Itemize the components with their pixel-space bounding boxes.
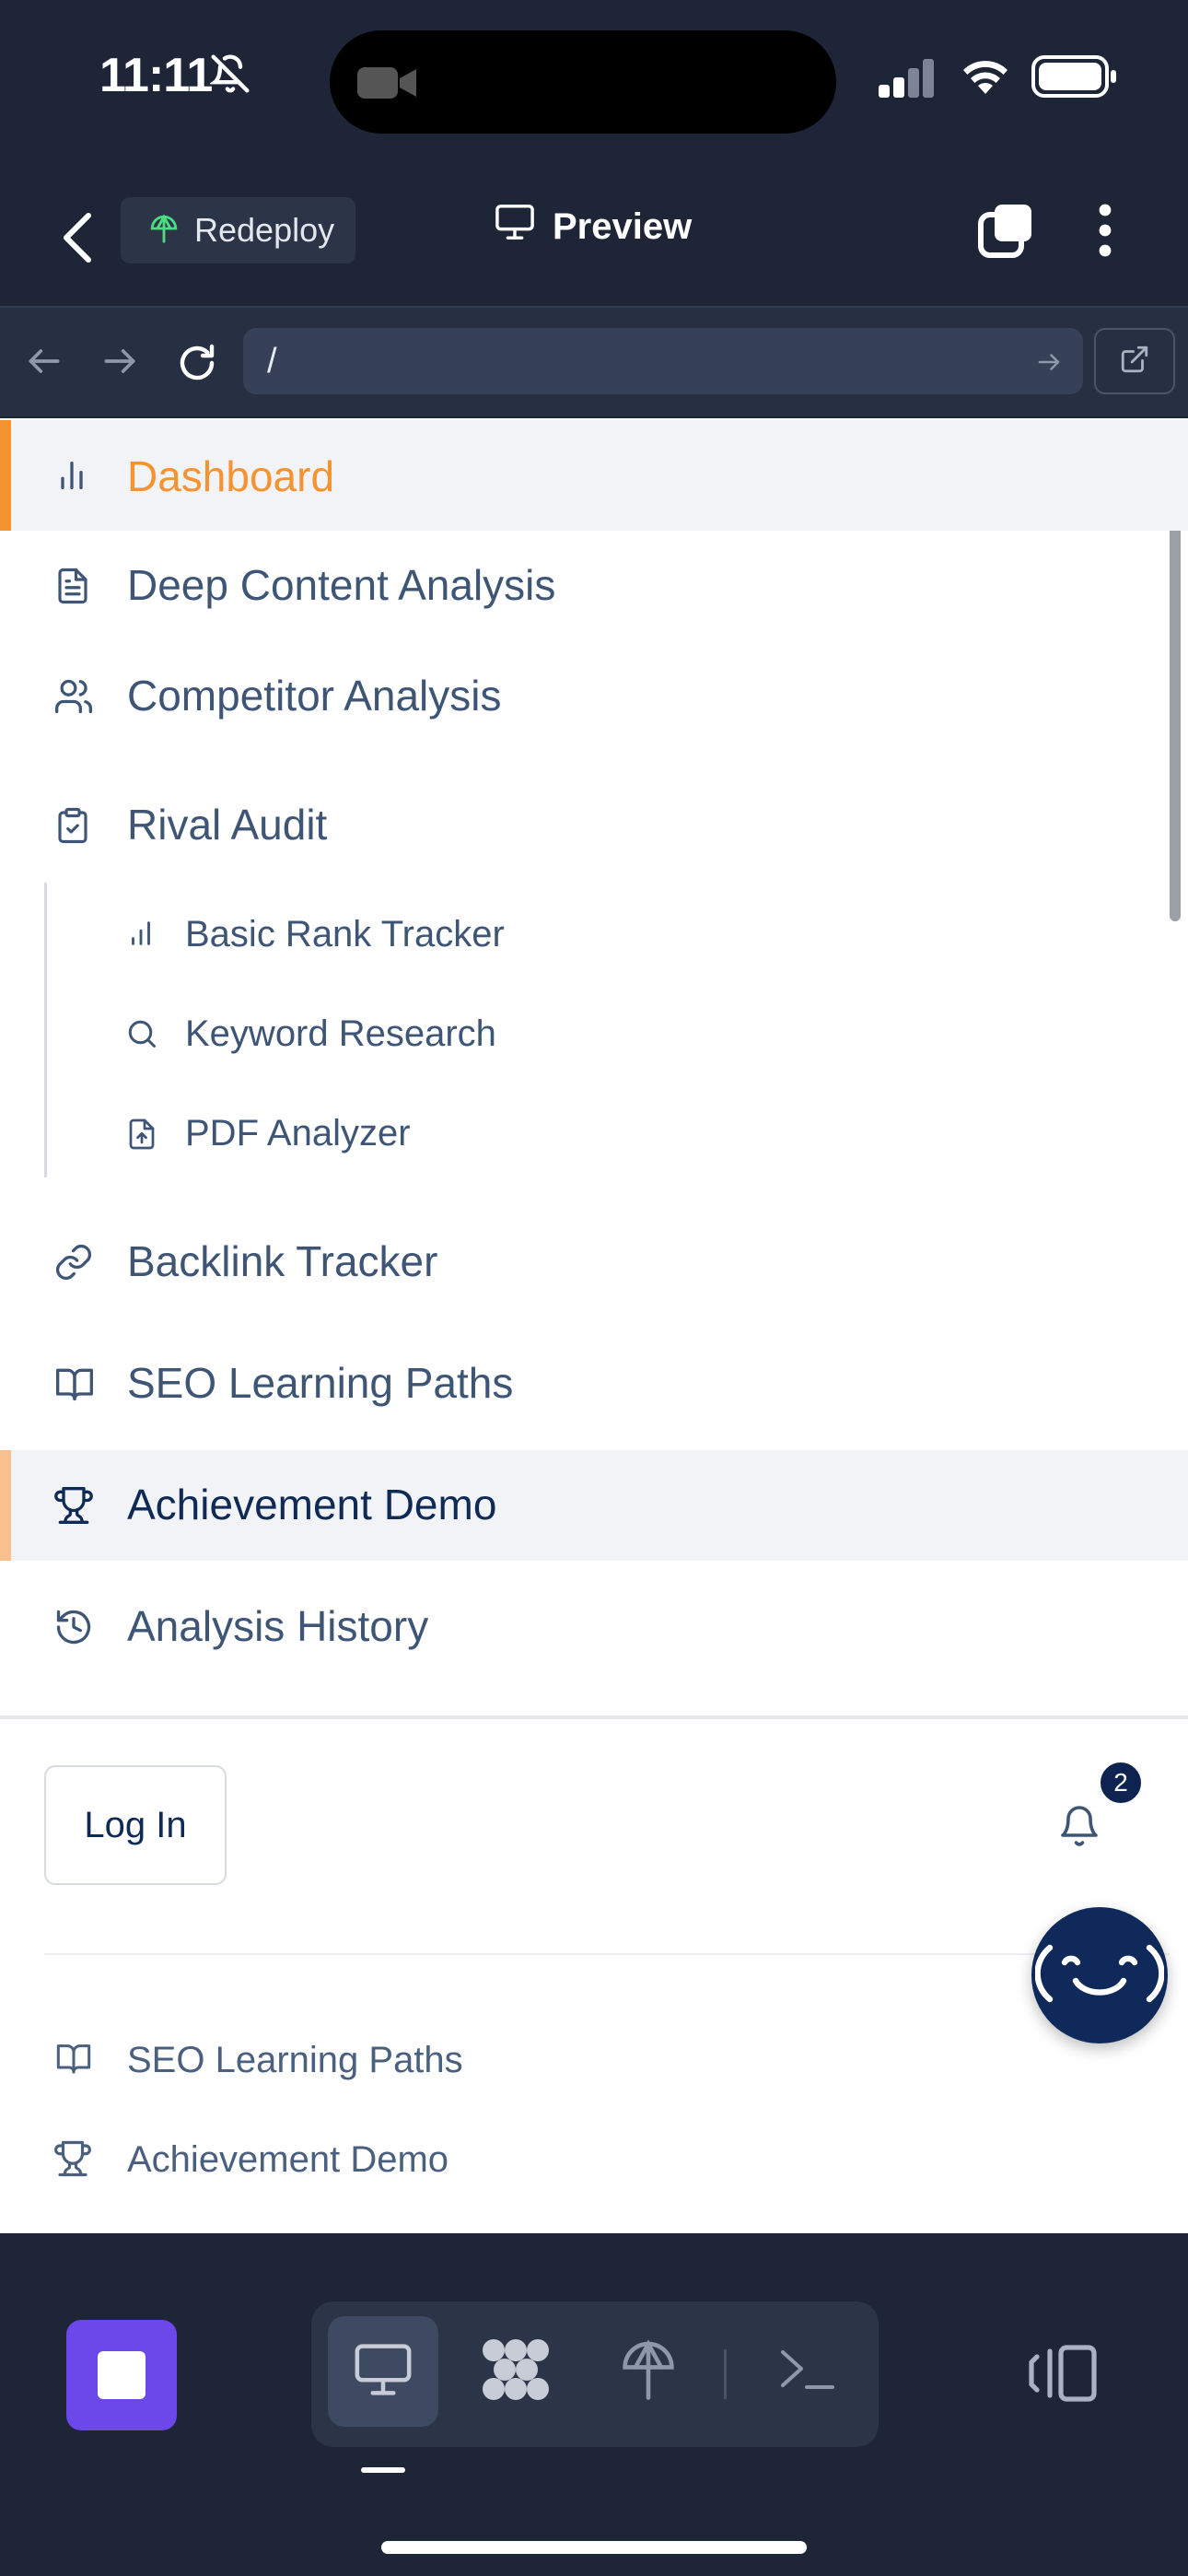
stop-button[interactable] (66, 2320, 177, 2430)
nav-item-dashboard[interactable]: Dashboard (0, 420, 1188, 531)
section-divider (0, 1715, 1188, 1719)
active-indicator (0, 420, 11, 531)
history-icon (53, 1607, 94, 1652)
book-open-icon (53, 2040, 94, 2081)
nav-item-competitor-analysis[interactable]: Competitor Analysis (0, 641, 1188, 752)
tool-preview[interactable] (328, 2316, 438, 2427)
home-indicator (381, 2541, 807, 2554)
nav-item-backlink-tracker[interactable]: Backlink Tracker (0, 1207, 1188, 1317)
url-text: / (267, 341, 277, 381)
sub-item-basic-rank-tracker[interactable]: Basic Rank Tracker (0, 897, 1188, 971)
clipboard-check-icon (53, 805, 92, 850)
nav-item-rival-audit[interactable]: Rival Audit (0, 770, 1188, 881)
preview-title: Preview (494, 203, 692, 251)
file-upload-icon (125, 1117, 158, 1156)
notification-bell-icon[interactable] (1057, 1802, 1101, 1855)
tool-deploy[interactable] (593, 2316, 704, 2427)
footer-link-seo-learning-paths[interactable]: SEO Learning Paths (0, 2021, 829, 2095)
tool-workspace[interactable] (460, 2316, 571, 2427)
monitor-icon (351, 2341, 415, 2403)
nav-item-analysis-history[interactable]: Analysis History (0, 1572, 1188, 1682)
more-vertical-icon[interactable] (1087, 203, 1124, 258)
redeploy-label: Redeploy (194, 211, 335, 249)
footer-link-achievement-demo[interactable]: Achievement Demo (0, 2121, 829, 2195)
footer-link-label: SEO Learning Paths (127, 2040, 463, 2080)
nav-label: Deep Content Analysis (127, 561, 556, 609)
nav-item-deep-content-analysis[interactable]: Deep Content Analysis (0, 531, 1188, 641)
login-button[interactable]: Log In (44, 1765, 227, 1885)
bottom-toolbar (0, 2263, 1188, 2576)
tool-terminal[interactable] (751, 2316, 862, 2427)
wifi-icon (958, 53, 1013, 100)
arrow-right-icon[interactable] (99, 341, 146, 387)
deploy-icon (148, 213, 180, 249)
camera-icon (357, 64, 418, 107)
trophy-icon (53, 1485, 94, 1530)
document-icon (53, 566, 92, 611)
sub-item-label: Basic Rank Tracker (185, 914, 505, 954)
sub-item-pdf-analyzer[interactable]: PDF Analyzer (0, 1096, 1188, 1170)
link-icon (53, 1242, 94, 1287)
nav-label: SEO Learning Paths (127, 1359, 514, 1407)
tabs-icon[interactable] (978, 203, 1033, 258)
terminal-icon (777, 2347, 836, 2397)
trophy-icon (53, 2139, 92, 2183)
book-open-icon (53, 1364, 96, 1409)
footer-divider (44, 1953, 1170, 1955)
monitor-icon (494, 203, 536, 251)
bot-face-icon (1034, 1937, 1165, 2015)
app-header: Redeploy Preview (0, 175, 1188, 304)
chevron-left-icon[interactable] (55, 208, 101, 267)
sub-item-label: PDF Analyzer (185, 1113, 411, 1153)
layout-icon[interactable] (1028, 2344, 1098, 2407)
preview-label: Preview (553, 205, 693, 247)
nav-label: Analysis History (127, 1602, 429, 1650)
bar-chart-icon (53, 457, 90, 498)
footer-link-label: Achievement Demo (127, 2139, 449, 2180)
nav-label: Rival Audit (127, 801, 328, 849)
status-time: 11:11 (99, 49, 213, 102)
tool-switcher (311, 2301, 879, 2447)
bell-off-icon (208, 53, 250, 99)
browser-bar: / (0, 306, 1188, 416)
nav-label: Achievement Demo (127, 1481, 497, 1528)
sub-item-keyword-research[interactable]: Keyword Research (0, 997, 1188, 1071)
active-tool-indicator (361, 2467, 405, 2473)
web-content: Dashboard Deep Content Analysis Competit… (0, 418, 1188, 2233)
notification-badge: 2 (1098, 1760, 1144, 1806)
assistant-bot-button[interactable] (1031, 1907, 1168, 2043)
battery-icon (1031, 55, 1120, 102)
nav-label: Dashboard (127, 452, 335, 500)
redeploy-button[interactable]: Redeploy (121, 197, 355, 263)
external-link-button[interactable] (1094, 328, 1175, 394)
arrow-left-icon[interactable] (24, 341, 70, 387)
nav-label: Competitor Analysis (127, 672, 502, 720)
sub-item-label: Keyword Research (185, 1013, 496, 1054)
stop-icon (98, 2351, 146, 2399)
nav-label: Backlink Tracker (127, 1237, 438, 1285)
nav-item-achievement-demo[interactable]: Achievement Demo (0, 1450, 1188, 1561)
dynamic-island (330, 30, 836, 134)
refresh-icon[interactable] (175, 341, 221, 387)
external-link-icon (1119, 344, 1150, 380)
nav-item-seo-learning-paths[interactable]: SEO Learning Paths (0, 1329, 1188, 1439)
bar-chart-icon (125, 918, 157, 954)
highlight-indicator (0, 1450, 11, 1561)
status-bar: 11:11 (0, 0, 1188, 157)
tool-separator (724, 2349, 727, 2399)
arrow-right-icon[interactable] (1035, 348, 1063, 381)
workspace-icon (481, 2337, 551, 2406)
url-bar[interactable]: / (243, 328, 1083, 394)
deploy-icon (620, 2338, 677, 2405)
users-icon (53, 676, 94, 721)
search-icon (125, 1017, 158, 1055)
signal-icon (875, 57, 939, 98)
